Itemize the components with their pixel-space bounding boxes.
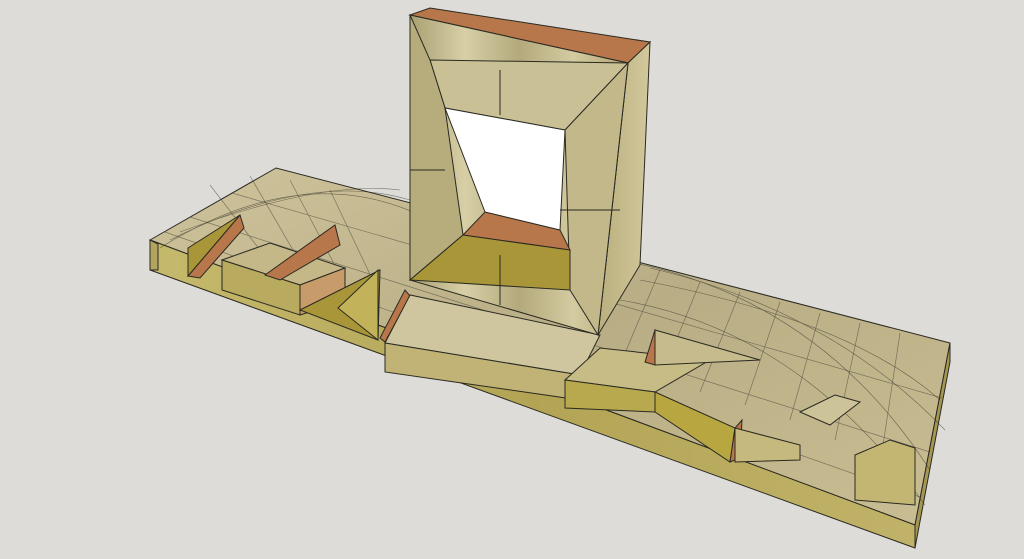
model-viewport[interactable] xyxy=(0,0,1024,559)
3d-model-scene xyxy=(148,7,951,549)
portal-frame xyxy=(408,7,652,337)
base-left-face xyxy=(149,239,159,271)
